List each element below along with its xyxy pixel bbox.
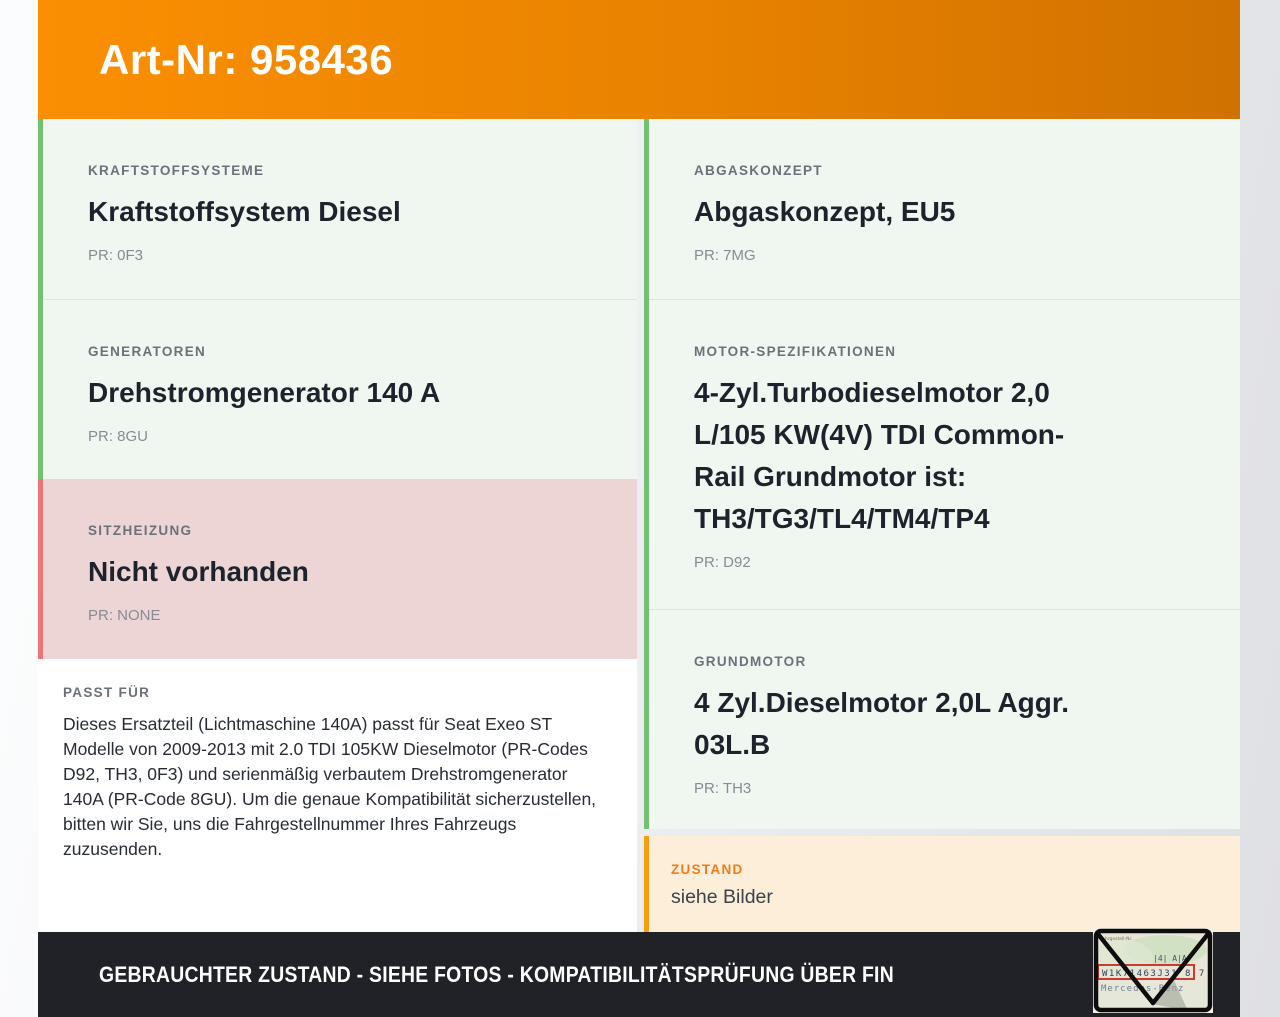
spec-pr-code: PR: 8GU: [88, 428, 149, 445]
main-content: KRAFTSTOFFSYSTEME Kraftstoffsystem Diese…: [38, 119, 1240, 932]
seat-heating-warning-card: SITZHEIZUNG Nicht vorhanden PR: NONE: [38, 479, 637, 659]
spec-motor-specifications: MOTOR-SPEZIFIKATIONEN 4-Zyl.Turbodieselm…: [649, 300, 1240, 609]
spec-fuel-system: KRAFTSTOFFSYSTEME Kraftstoffsystem Diese…: [43, 119, 637, 299]
footer-notice-text: GEBRAUCHTER ZUSTAND - SIEHE FOTOS - KOMP…: [99, 961, 894, 987]
footer-banner: GEBRAUCHTER ZUSTAND - SIEHE FOTOS - KOMP…: [38, 932, 1240, 1017]
fits-for-section: PASST FÜR Dieses Ersatzteil (Lichtmaschi…: [38, 659, 637, 862]
spec-pr-code: PR: 7MG: [694, 247, 756, 264]
spec-value: Kraftstoffsystem Diesel: [88, 196, 401, 227]
spec-label: ABGASKONZEPT: [694, 163, 823, 178]
spec-value: Drehstromgenerator 140 A: [88, 377, 441, 408]
spec-base-engine: GRUNDMOTOR 4 Zyl.Dieselmotor 2,0L Aggr. …: [649, 610, 1240, 829]
spec-pr-code: PR: NONE: [88, 607, 161, 624]
right-column: ABGASKONZEPT Abgaskonzept, EU5 PR: 7MG M…: [644, 119, 1240, 932]
spec-label: MOTOR-SPEZIFIKATIONEN: [694, 344, 897, 359]
fits-for-card: PASST FÜR Dieses Ersatzteil (Lichtmaschi…: [38, 659, 637, 932]
envelope-icon: Fahrgestell-Nr. |4| A|A W1K71463J31 8 7 …: [1093, 928, 1213, 1013]
spec-emission-concept: ABGASKONZEPT Abgaskonzept, EU5 PR: 7MG: [649, 119, 1240, 299]
listing-page: Art-Nr: 958436 KRAFTSTOFFSYSTEME Kraftst…: [0, 0, 1280, 1017]
spec-label: SITZHEIZUNG: [88, 523, 193, 538]
fits-for-label: PASST FÜR: [63, 685, 151, 700]
fin-document-envelope-image: Fahrgestell-Nr. |4| A|A W1K71463J31 8 7 …: [1093, 928, 1213, 1013]
condition-card: ZUSTAND siehe Bilder: [644, 836, 1240, 932]
spec-value: 4-Zyl.Turbodieselmotor 2,0 L/105 KW(4V) …: [694, 377, 1065, 534]
spec-pr-code: PR: 0F3: [88, 247, 144, 264]
spec-value: Nicht vorhanden: [88, 556, 309, 587]
spec-seat-heating: SITZHEIZUNG Nicht vorhanden PR: NONE: [43, 479, 637, 624]
condition-label: ZUSTAND: [671, 862, 744, 877]
header-banner: Art-Nr: 958436: [38, 0, 1240, 119]
vin-text: W1K71463J31 8 7: [1102, 969, 1206, 979]
condition-value: siehe Bilder: [671, 886, 773, 908]
column-gap: [644, 829, 1240, 836]
spec-label: GENERATOREN: [88, 344, 207, 359]
left-green-card: KRAFTSTOFFSYSTEME Kraftstoffsystem Diese…: [38, 119, 637, 479]
left-column: KRAFTSTOFFSYSTEME Kraftstoffsystem Diese…: [38, 119, 637, 932]
spec-label: GRUNDMOTOR: [694, 654, 807, 669]
article-number-title: Art-Nr: 958436: [99, 35, 394, 83]
fits-for-description: Dieses Ersatzteil (Lichtmaschine 140A) p…: [63, 714, 597, 859]
spec-generator: GENERATOREN Drehstromgenerator 140 A PR:…: [43, 300, 637, 479]
spec-label: KRAFTSTOFFSYSTEME: [88, 163, 265, 178]
spec-pr-code: PR: TH3: [694, 780, 752, 797]
right-green-card: ABGASKONZEPT Abgaskonzept, EU5 PR: 7MG M…: [644, 119, 1240, 829]
spec-value: 4 Zyl.Dieselmotor 2,0L Aggr. 03L.B: [694, 687, 1070, 760]
doc-row-text: |4| A|A: [1153, 954, 1187, 963]
spec-pr-code: PR: D92: [694, 554, 751, 571]
spec-value: Abgaskonzept, EU5: [694, 196, 956, 227]
condition-section: ZUSTAND siehe Bilder: [649, 836, 1240, 909]
